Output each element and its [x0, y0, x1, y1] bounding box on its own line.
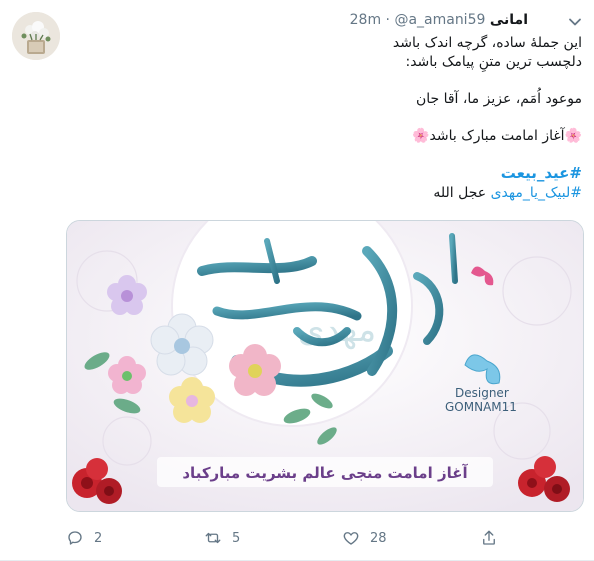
flower-emoji-icon: 🌸	[412, 128, 430, 144]
avatar[interactable]	[12, 12, 60, 60]
retweet-count: 5	[232, 530, 241, 546]
reply-icon	[68, 531, 82, 545]
hashtag-link[interactable]: #عید_بیعت	[501, 164, 582, 182]
reply-count: 2	[94, 530, 103, 546]
hashtag-line-1: #عید_بیعت	[72, 164, 582, 184]
hashtag-link[interactable]: #لبیک_یا_مهدی	[491, 185, 582, 201]
tweet-line-4: 🌸آغاز امامت مبارک باشد🌸	[412, 128, 582, 144]
calligraphy-text: مهدی	[298, 310, 376, 350]
user-handle[interactable]: @a_amani59	[394, 12, 485, 28]
timestamp[interactable]: 28m	[350, 12, 381, 28]
display-name[interactable]: امانی	[490, 12, 528, 28]
tweet-line-1: این جملهٔ ساده، گرچه اندک باشد	[392, 35, 582, 51]
heart-icon	[343, 532, 359, 545]
share-button[interactable]	[480, 526, 498, 550]
like-count: 28	[370, 530, 387, 546]
tweet-line-2: دلچسب ترین متنِ پیامک باشد:	[405, 54, 582, 70]
tweet-media-image[interactable]: مهدی Designer GOMNAM11 آغاز امامت منجی ع…	[66, 220, 584, 512]
share-icon	[483, 530, 495, 545]
retweet-button[interactable]: 5	[204, 526, 240, 550]
svg-text:GOMNAM11: GOMNAM11	[445, 400, 517, 414]
banner-text: آغاز امامت منجی عالم بشریت مبارکباد	[182, 464, 468, 482]
reply-button[interactable]: 2	[66, 526, 102, 550]
svg-text:Designer: Designer	[455, 386, 509, 400]
watermark: Designer GOMNAM11	[445, 386, 517, 414]
like-button[interactable]: 28	[342, 526, 387, 550]
flower-emoji-icon: 🌸	[564, 128, 582, 144]
hashtag-line-2: #لبیک_یا_مهدی عجل الله	[72, 184, 582, 203]
tweet[interactable]: امانی @a_amani59 · 28m این جملهٔ ساده، گ…	[0, 0, 594, 561]
tweet-text: این جملهٔ ساده، گرچه اندک باشد دلچسب تری…	[72, 34, 582, 203]
tweet-header: امانی @a_amani59 · 28m	[350, 12, 528, 28]
dot-separator: ·	[385, 12, 390, 28]
tweet-actions: 2 5 28	[66, 526, 582, 550]
tweet-line-3: موعود اُمَم، عزیز ما، آقا جان	[415, 91, 582, 107]
chevron-down-icon[interactable]	[565, 12, 585, 32]
hashtag-suffix: عجل الله	[433, 185, 487, 201]
retweet-icon	[205, 532, 221, 544]
